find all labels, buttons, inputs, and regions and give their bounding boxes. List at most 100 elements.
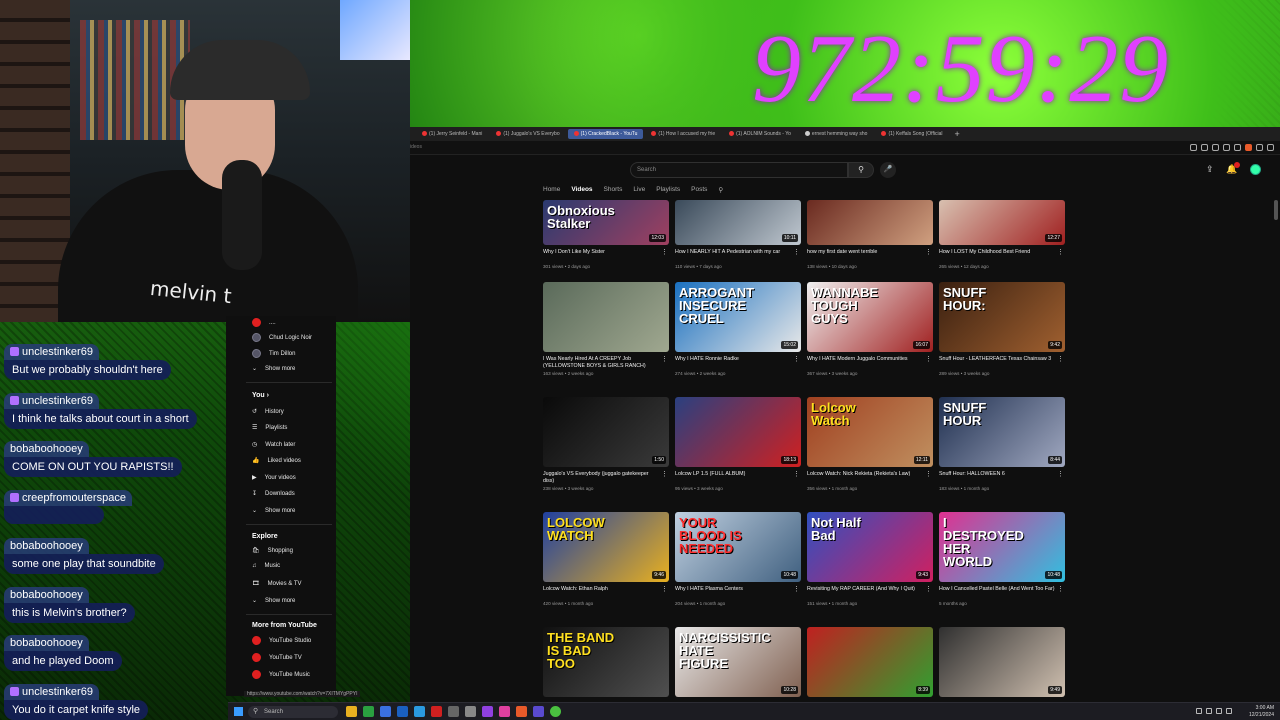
brave-icon[interactable] xyxy=(516,706,527,717)
video-title[interactable]: Revisiting My RAP CAREER (And Why I Quit… xyxy=(807,586,933,600)
battery-icon[interactable] xyxy=(1226,708,1232,714)
app-icon[interactable] xyxy=(397,706,408,717)
video-title[interactable]: I Was Nearly Hired At A CREEPY Job (YELL… xyxy=(543,356,669,370)
tab-videos[interactable]: Videos xyxy=(571,186,592,194)
browser-tab[interactable]: ernest hemming way sho xyxy=(799,129,874,139)
video-card[interactable]: YOUR BLOOD IS NEEDED 10:48 Why I HATE Plas… xyxy=(675,512,801,606)
sidebar-item-history[interactable]: ↺ History xyxy=(252,408,284,416)
video-card[interactable]: SNUFF HOUR 8:44 Snuff Hour: HALLOWEEN 6 ⋮ 18… xyxy=(939,397,1065,491)
windows-start-icon[interactable] xyxy=(234,707,243,716)
extension-icon[interactable] xyxy=(1201,144,1208,151)
video-card[interactable]: NARCISSISTIC HATE FIGURE 10:28 xyxy=(675,627,801,697)
video-thumbnail[interactable]: SNUFF HOUR: 9:42 xyxy=(939,282,1065,352)
video-thumbnail[interactable]: WANNABE TOUGH GUYS 16:07 xyxy=(807,282,933,352)
sidebar-show-more[interactable]: ⌄ Show more xyxy=(252,365,295,373)
app-icon[interactable] xyxy=(550,706,561,717)
video-title[interactable]: Snuff Hour - LEATHERFACE Texas Chainsaw … xyxy=(939,356,1065,370)
video-card[interactable]: Obnoxious Stalker 12:03 Why I Don't Like M… xyxy=(543,200,669,269)
video-title[interactable]: Why I HATE Plasma Centers xyxy=(675,586,801,600)
video-title[interactable]: Why I HATE Modern Juggalo Communities xyxy=(807,356,933,370)
menu-icon[interactable] xyxy=(1267,144,1274,151)
upload-icon[interactable]: ⇪ xyxy=(1206,164,1214,175)
network-icon[interactable] xyxy=(1206,708,1212,714)
video-title[interactable]: Why I Don't Like My Sister xyxy=(543,249,669,263)
app-icon[interactable] xyxy=(533,706,544,717)
sidebar-item-music[interactable]: ♫ Music xyxy=(252,563,280,569)
video-card[interactable]: 9:49 xyxy=(939,627,1065,697)
tab-shorts[interactable]: Shorts xyxy=(604,186,623,194)
video-thumbnail[interactable]: NARCISSISTIC HATE FIGURE 10:28 xyxy=(675,627,801,697)
video-menu-icon[interactable]: ⋮ xyxy=(793,470,800,478)
video-card[interactable]: THE BAND IS BAD TOO xyxy=(543,627,669,697)
video-thumbnail[interactable]: Obnoxious Stalker 12:03 xyxy=(543,200,669,245)
sidebar-subscription[interactable]: Tim Dillon xyxy=(252,349,295,358)
sidebar-subscription[interactable]: Chud Logic Noir xyxy=(252,333,312,342)
tab-live[interactable]: Live xyxy=(633,186,645,194)
sidebar-item-tv[interactable]: YouTube TV xyxy=(252,653,302,662)
sidebar-you-heading[interactable]: You › xyxy=(252,392,269,399)
video-card[interactable]: I Was Nearly Hired At A CREEPY Job (YELL… xyxy=(543,282,669,376)
video-card[interactable]: WANNABE TOUGH GUYS 16:07 Why I HATE Modern… xyxy=(807,282,933,376)
video-thumbnail[interactable]: 12:27 xyxy=(939,200,1065,245)
app-icon[interactable] xyxy=(414,706,425,717)
video-menu-icon[interactable]: ⋮ xyxy=(661,585,668,593)
video-menu-icon[interactable]: ⋮ xyxy=(925,585,932,593)
tray-chevron-icon[interactable] xyxy=(1196,708,1202,714)
video-title[interactable]: how my first date went terrible xyxy=(807,249,933,263)
twitch-icon[interactable] xyxy=(482,706,493,717)
video-card[interactable]: 18:13 Lolcow LP 1.5 (FULL ALBUM) ⋮ 95 views… xyxy=(675,397,801,491)
video-title[interactable]: How I NEARLY HIT A Pedestrian with my ca… xyxy=(675,249,801,263)
video-menu-icon[interactable]: ⋮ xyxy=(661,470,668,478)
video-thumbnail[interactable]: THE BAND IS BAD TOO xyxy=(543,627,669,697)
video-card[interactable]: Lolcow Watch 12:11 Lolcow Watch: Nick Reki… xyxy=(807,397,933,491)
video-card[interactable]: I DESTROYED HER WORLD 10:48 How I Cancelle… xyxy=(939,512,1065,606)
video-title[interactable]: Lolcow Watch: Ethan Ralph xyxy=(543,586,669,600)
page-scrollbar[interactable] xyxy=(1274,200,1278,220)
channel-search-icon[interactable]: ⚲ xyxy=(718,186,723,194)
app-icon[interactable] xyxy=(448,706,459,717)
video-card[interactable]: 12:27 How I LOST My Childhood Best Friend… xyxy=(939,200,1065,269)
video-title[interactable]: How I Cancelled Pastel Belle (And Went T… xyxy=(939,586,1065,600)
browser-tab[interactable]: (1) AOLNIM Sounds - Yo xyxy=(723,129,797,139)
video-thumbnail[interactable] xyxy=(543,282,669,352)
video-title[interactable]: Snuff Hour: HALLOWEEN 6 xyxy=(939,471,1065,485)
app-icon[interactable] xyxy=(499,706,510,717)
video-menu-icon[interactable]: ⋮ xyxy=(1057,470,1064,478)
folder-icon[interactable] xyxy=(346,706,357,717)
sidebar-show-more[interactable]: ⌄ Show more xyxy=(252,507,295,515)
video-card[interactable]: SNUFF HOUR: 9:42 Snuff Hour - LEATHERFACE … xyxy=(939,282,1065,376)
extension-icon[interactable] xyxy=(1223,144,1230,151)
video-card[interactable]: Not Half Bad 9:43 Revisiting My RAP CAREER… xyxy=(807,512,933,606)
video-menu-icon[interactable]: ⋮ xyxy=(925,248,932,256)
brave-icon[interactable] xyxy=(1245,144,1252,151)
extension-icon[interactable] xyxy=(1190,144,1197,151)
video-title[interactable]: How I LOST My Childhood Best Friend xyxy=(939,249,1065,263)
extension-icon[interactable] xyxy=(1212,144,1219,151)
video-title[interactable]: Juggalo's VS Everybody (juggalo gatekeep… xyxy=(543,471,669,485)
search-button[interactable]: ⚲ xyxy=(848,162,874,178)
sidebar-show-more[interactable]: ⌄ Show more xyxy=(252,597,295,605)
search-input[interactable]: Search xyxy=(630,162,848,178)
browser-tab[interactable]: (1) How I accused my frie xyxy=(645,129,721,139)
sidebar-subscription[interactable]: .... xyxy=(252,318,276,327)
sidebar-item-movies[interactable]: 🎞 Movies & TV xyxy=(252,580,302,588)
video-menu-icon[interactable]: ⋮ xyxy=(661,248,668,256)
tab-posts[interactable]: Posts xyxy=(691,186,707,194)
video-thumbnail[interactable]: YOUR BLOOD IS NEEDED 10:48 xyxy=(675,512,801,582)
extension-icon[interactable] xyxy=(1234,144,1241,151)
video-menu-icon[interactable]: ⋮ xyxy=(925,470,932,478)
voice-search-button[interactable]: 🎤 xyxy=(880,162,896,178)
volume-icon[interactable] xyxy=(1216,708,1222,714)
video-thumbnail[interactable]: I DESTROYED HER WORLD 10:48 xyxy=(939,512,1065,582)
video-card[interactable]: ARROGANT INSECURE CRUEL 15:02 Why I HATE R… xyxy=(675,282,801,376)
address-bar[interactable]: ideos xyxy=(410,141,1280,155)
video-thumbnail[interactable]: 8:39 xyxy=(807,627,933,697)
video-thumbnail[interactable] xyxy=(807,200,933,245)
video-thumbnail[interactable]: LOLCOW WATCH 9:46 xyxy=(543,512,669,582)
app-icon[interactable] xyxy=(431,706,442,717)
tab-playlists[interactable]: Playlists xyxy=(656,186,680,194)
sidebar-item-shopping[interactable]: 🛍 Shopping xyxy=(252,547,293,555)
video-card[interactable]: how my first date went terrible ⋮ 138 view… xyxy=(807,200,933,269)
video-thumbnail[interactable]: 18:13 xyxy=(675,397,801,467)
browser-tab[interactable]: (1) Jerry Seinfeld - Mani xyxy=(416,129,488,139)
